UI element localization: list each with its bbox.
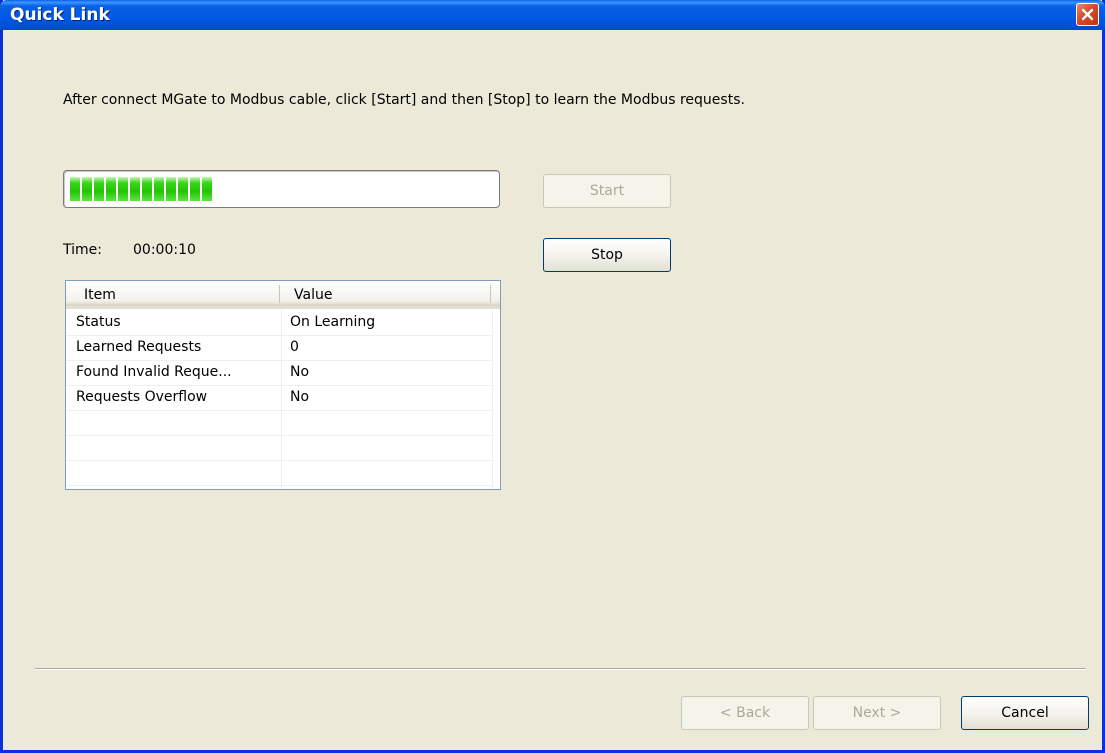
progress-segment	[106, 177, 116, 201]
progress-segment	[190, 177, 200, 201]
progress-segment	[130, 177, 140, 201]
learning-status-table[interactable]: Item Value Status On Learning Learned Re…	[65, 280, 501, 490]
cell-value: 0	[290, 339, 299, 355]
time-value: 00:00:10	[133, 242, 196, 258]
header-separator[interactable]	[279, 285, 280, 303]
back-button[interactable]: < Back	[681, 696, 809, 730]
cell-item: Learned Requests	[76, 339, 202, 355]
column-separator	[492, 309, 493, 489]
progress-segment	[70, 177, 80, 201]
progress-segment	[82, 177, 92, 201]
window-title: Quick Link	[10, 5, 110, 25]
title-bar[interactable]: Quick Link	[0, 0, 1105, 30]
learning-progress-bar	[63, 170, 500, 208]
close-button[interactable]	[1076, 3, 1099, 26]
table-row[interactable]: Requests Overflow No	[66, 386, 492, 411]
progress-segment	[178, 177, 188, 201]
progress-segment	[202, 177, 212, 201]
cancel-button[interactable]: Cancel	[961, 696, 1089, 730]
quick-link-dialog: Quick Link After connect MGate to Modbus…	[0, 0, 1105, 753]
stop-button[interactable]: Stop	[543, 238, 671, 272]
table-row[interactable]: Learned Requests 0	[66, 336, 492, 361]
table-row[interactable]: Status On Learning	[66, 311, 492, 336]
table-row[interactable]: Found Invalid Reque... No	[66, 361, 492, 386]
cell-value: No	[290, 389, 310, 405]
progress-segment	[142, 177, 152, 201]
table-row-empty	[66, 436, 492, 461]
start-button[interactable]: Start	[543, 174, 671, 208]
cell-item: Status	[76, 314, 121, 330]
instruction-text: After connect MGate to Modbus cable, cli…	[63, 92, 745, 108]
cell-item: Requests Overflow	[76, 389, 208, 405]
footer-divider	[35, 668, 1086, 670]
progress-segment	[94, 177, 104, 201]
table-header: Item Value	[66, 281, 500, 309]
dialog-body: After connect MGate to Modbus cable, cli…	[3, 30, 1102, 750]
progress-segment	[118, 177, 128, 201]
table-row-empty	[66, 461, 492, 486]
cell-value: No	[290, 364, 310, 380]
header-separator[interactable]	[490, 285, 491, 303]
time-label: Time:	[63, 242, 102, 258]
header-value[interactable]: Value	[294, 287, 332, 303]
cell-value: On Learning	[290, 314, 376, 330]
cell-item: Found Invalid Reque...	[76, 364, 232, 380]
table-row-empty	[66, 411, 492, 436]
progress-fill	[70, 177, 212, 201]
close-icon	[1081, 8, 1094, 21]
progress-segment	[166, 177, 176, 201]
progress-segment	[154, 177, 164, 201]
header-item[interactable]: Item	[84, 287, 116, 303]
next-button[interactable]: Next >	[813, 696, 941, 730]
